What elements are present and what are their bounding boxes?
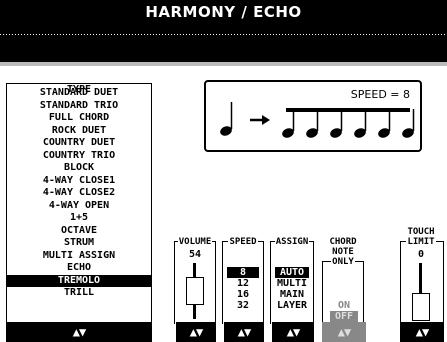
assign-option[interactable]: AUTO — [275, 267, 309, 278]
touch-limit-value: 0 — [417, 249, 425, 260]
type-list: STANDARD DUET STANDARD TRIO FULL CHORD ROCK… — [7, 87, 151, 300]
type-item[interactable]: 4-WAY OPEN — [7, 200, 151, 213]
speed-option[interactable]: 12 — [227, 278, 259, 289]
volume-value: 54 — [188, 249, 202, 260]
chord-note-only-up-down-button[interactable]: ▲▼ — [322, 322, 366, 342]
assign-label: ASSIGN — [274, 237, 310, 247]
type-up-down-button[interactable]: ▲▼ — [6, 322, 152, 342]
volume-label: VOLUME — [177, 237, 213, 247]
touch-limit-up-down-button[interactable]: ▲▼ — [400, 322, 444, 342]
type-item[interactable]: MULTI ASSIGN — [7, 250, 151, 263]
speed-option[interactable]: 8 — [227, 267, 259, 278]
title-band — [0, 24, 447, 62]
type-item[interactable]: 1+5 — [7, 212, 151, 225]
notes-graphic — [220, 102, 415, 138]
touch-limit-slider-knob[interactable] — [412, 293, 430, 321]
type-item[interactable]: COUNTRY DUET — [7, 137, 151, 150]
touch-limit-label-1: TOUCH — [406, 227, 436, 237]
chord-note-only-label-1: CHORD — [328, 237, 358, 247]
type-item[interactable]: 4-WAY CLOSE1 — [7, 175, 151, 188]
dotted-divider — [0, 34, 447, 35]
assign-option[interactable]: MULTI — [275, 278, 309, 289]
speed-illustration: SPEED = 8 — [204, 80, 422, 152]
type-item[interactable]: TRILL — [7, 287, 151, 300]
speed-option[interactable]: 16 — [227, 289, 259, 300]
volume-slider-knob[interactable] — [186, 276, 204, 305]
type-item[interactable]: STANDARD TRIO — [7, 100, 151, 113]
chord-note-off-option[interactable]: OFF — [330, 311, 358, 322]
chord-note-only-label-2: NOTE — [331, 247, 355, 257]
type-item[interactable]: ROCK DUET — [7, 125, 151, 138]
chord-note-on-option[interactable]: ON — [330, 300, 358, 311]
type-item[interactable]: STRUM — [7, 237, 151, 250]
type-item[interactable]: BLOCK — [7, 162, 151, 175]
speed-label: SPEED — [228, 237, 258, 247]
assign-options: AUTO MULTI MAIN LAYER — [275, 267, 309, 311]
volume-up-down-button[interactable]: ▲▼ — [176, 322, 216, 342]
speed-up-down-button[interactable]: ▲▼ — [224, 322, 264, 342]
chord-note-only-label-3: ONLY — [331, 257, 355, 267]
touch-limit-label-2: LIMIT — [406, 237, 436, 247]
type-item[interactable]: COUNTRY TRIO — [7, 150, 151, 163]
gray-strip — [0, 62, 447, 66]
assign-option[interactable]: MAIN — [275, 289, 309, 300]
type-item[interactable]: FULL CHORD — [7, 112, 151, 125]
assign-option[interactable]: LAYER — [275, 300, 309, 311]
type-item[interactable]: 4-WAY CLOSE2 — [7, 187, 151, 200]
assign-up-down-button[interactable]: ▲▼ — [272, 322, 314, 342]
type-panel: TYPE STANDARD DUET STANDARD TRIO FULL CHOR… — [6, 77, 152, 331]
type-item[interactable]: TREMOLO — [7, 274, 151, 287]
type-item[interactable]: OCTAVE — [7, 225, 151, 238]
speed-options: 8 12 16 32 — [227, 267, 259, 311]
type-item[interactable]: STANDARD DUET — [7, 87, 151, 100]
harmony-echo-screen: HARMONY / ECHO TYPE STANDARD DUET STANDAR… — [0, 0, 447, 342]
type-item[interactable]: ECHO — [7, 262, 151, 275]
page-title: HARMONY / ECHO — [0, 0, 447, 24]
beamed-notes-icon — [282, 108, 415, 138]
speed-option[interactable]: 32 — [227, 300, 259, 311]
